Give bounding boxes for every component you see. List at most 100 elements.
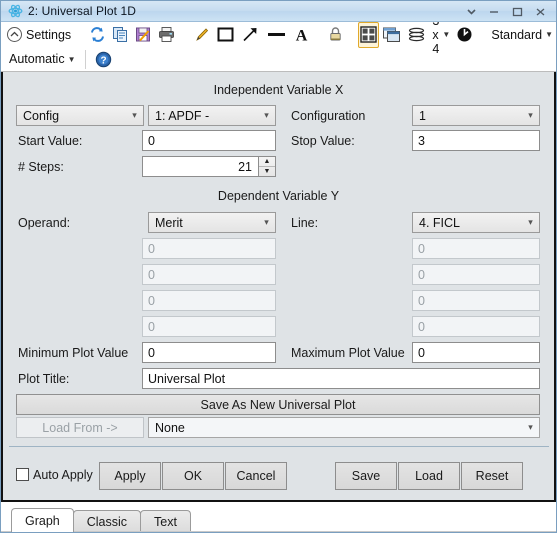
load-from-button[interactable]: Load From -> — [16, 417, 144, 438]
configuration-value: 1 — [419, 108, 426, 123]
settings-panel: Independent Variable X Config ▾ 1: APDF … — [1, 72, 556, 461]
start-value-input[interactable]: 0 — [142, 130, 276, 151]
layers-icon[interactable] — [404, 24, 429, 46]
chevron-down-icon: ▾ — [528, 110, 533, 120]
toolbar-row-1: Settings A x 4 ▼ Standard ▼ — [1, 14, 556, 56]
style-dropdown[interactable]: Standard ▼ — [488, 24, 556, 46]
spinner-up-icon[interactable]: ▲ — [259, 157, 275, 167]
spinner-down-icon[interactable]: ▼ — [259, 167, 275, 176]
plot-title-label: Plot Title: — [18, 372, 70, 386]
save-icon[interactable] — [132, 24, 155, 46]
text-tool-icon[interactable]: A — [290, 24, 313, 46]
steps-spinner[interactable]: ▲ ▼ — [259, 156, 276, 177]
reset-button[interactable]: Reset — [461, 462, 523, 490]
start-value-text: 0 — [148, 133, 155, 148]
stop-value-label: Stop Value: — [291, 134, 355, 148]
load-from-label: Load From -> — [42, 420, 118, 435]
toolbar-separator — [84, 49, 86, 69]
load-button[interactable]: Load — [398, 462, 460, 490]
tile-windows-icon[interactable] — [358, 21, 380, 48]
operand-combo[interactable]: Merit ▾ — [148, 212, 276, 233]
chevron-down-icon: ▼ — [545, 30, 554, 39]
cancel-button[interactable]: Cancel — [225, 462, 287, 490]
operand-label: Operand: — [18, 216, 71, 230]
ok-label: OK — [183, 469, 203, 483]
refresh-icon[interactable] — [86, 24, 109, 46]
automatic-dropdown[interactable]: Automatic ▼ — [6, 48, 79, 70]
chevron-down-icon: ▾ — [264, 217, 269, 227]
independent-type-combo[interactable]: Config ▾ — [16, 105, 144, 126]
chevron-down-icon: ▾ — [132, 110, 137, 120]
clone-window-icon[interactable] — [379, 24, 404, 46]
help-icon[interactable]: ? — [92, 48, 115, 70]
tab-graph-label: Graph — [25, 513, 60, 528]
tab-text[interactable]: Text — [140, 510, 191, 532]
line-param-input-3[interactable]: 0 — [412, 290, 540, 311]
line-value: 4. FICL — [419, 215, 460, 230]
independent-source-combo[interactable]: 1: APDF - ▾ — [148, 105, 276, 126]
minimum-plot-value-input[interactable]: 0 — [142, 342, 276, 363]
tab-baseline — [1, 531, 556, 532]
line-param-input-4[interactable]: 0 — [412, 316, 540, 337]
line-icon[interactable] — [263, 24, 290, 46]
chevron-down-icon: ▼ — [442, 30, 451, 39]
save-as-new-universal-plot-button[interactable]: Save As New Universal Plot — [16, 394, 540, 415]
arrow-icon[interactable] — [238, 24, 263, 46]
stop-value-input[interactable]: 3 — [412, 130, 540, 151]
power-icon[interactable] — [453, 24, 476, 46]
grid-size-dropdown[interactable]: 3 x 4 ▼ — [429, 14, 453, 56]
cancel-label: Cancel — [236, 469, 276, 483]
lock-icon[interactable] — [325, 24, 346, 46]
operand-value: Merit — [155, 215, 183, 230]
operand-param-input-2[interactable]: 0 — [142, 264, 276, 285]
maximize-button[interactable] — [506, 2, 529, 21]
window-title: 2: Universal Plot 1D — [28, 4, 137, 18]
auto-apply-checkbox[interactable] — [16, 468, 29, 481]
operand-param-text-4: 0 — [148, 319, 155, 334]
line-param-input-1[interactable]: 0 — [412, 238, 540, 259]
save-button[interactable]: Save — [335, 462, 397, 490]
operand-param-text-3: 0 — [148, 293, 155, 308]
rectangle-icon[interactable] — [213, 24, 238, 46]
save-label: Save — [351, 469, 381, 483]
apply-label: Apply — [114, 469, 146, 483]
load-from-combo[interactable]: None ▾ — [148, 417, 540, 438]
line-param-text-2: 0 — [418, 267, 425, 282]
operand-param-input-4[interactable]: 0 — [142, 316, 276, 337]
tab-graph[interactable]: Graph — [11, 508, 74, 532]
print-icon[interactable] — [155, 24, 178, 46]
minimize-button[interactable] — [483, 2, 506, 21]
operand-param-input-3[interactable]: 0 — [142, 290, 276, 311]
universal-plot-window: 2: Universal Plot 1D Settings A x 4 ▼ St… — [0, 0, 557, 533]
title-bar: 2: Universal Plot 1D — [1, 1, 556, 22]
minimum-plot-value-label: Minimum Plot Value — [18, 346, 129, 360]
independent-type-value: Config — [23, 108, 60, 123]
ok-button[interactable]: OK — [162, 462, 224, 490]
steps-input[interactable]: 21 — [142, 156, 259, 177]
plot-title-input[interactable]: Universal Plot — [142, 368, 540, 389]
pencil-icon[interactable] — [190, 24, 213, 46]
chevron-down-icon: ▾ — [528, 217, 533, 227]
start-value-label: Start Value: — [18, 134, 83, 148]
maximum-plot-value-input[interactable]: 0 — [412, 342, 540, 363]
save-as-new-label: Save As New Universal Plot — [200, 397, 356, 412]
apply-button[interactable]: Apply — [99, 462, 161, 490]
independent-source-value: 1: APDF - — [155, 108, 210, 123]
svg-text:?: ? — [100, 55, 106, 66]
section-divider — [9, 446, 549, 447]
load-label: Load — [415, 469, 443, 483]
settings-button[interactable]: Settings — [6, 24, 74, 46]
menu-dropdown-button[interactable] — [460, 2, 483, 21]
line-param-text-1: 0 — [418, 241, 425, 256]
tab-classic[interactable]: Classic — [72, 510, 142, 532]
line-param-input-2[interactable]: 0 — [412, 264, 540, 285]
close-button[interactable] — [529, 2, 552, 21]
operand-param-input-1[interactable]: 0 — [142, 238, 276, 259]
chevron-down-icon: ▾ — [528, 422, 533, 432]
settings-panel-inner: Independent Variable X Config ▾ 1: APDF … — [3, 72, 554, 461]
automatic-label: Automatic — [9, 52, 65, 66]
load-from-value: None — [155, 420, 185, 435]
configuration-combo[interactable]: 1 ▾ — [412, 105, 540, 126]
copy-icon[interactable] — [109, 24, 132, 46]
line-combo[interactable]: 4. FICL ▾ — [412, 212, 540, 233]
